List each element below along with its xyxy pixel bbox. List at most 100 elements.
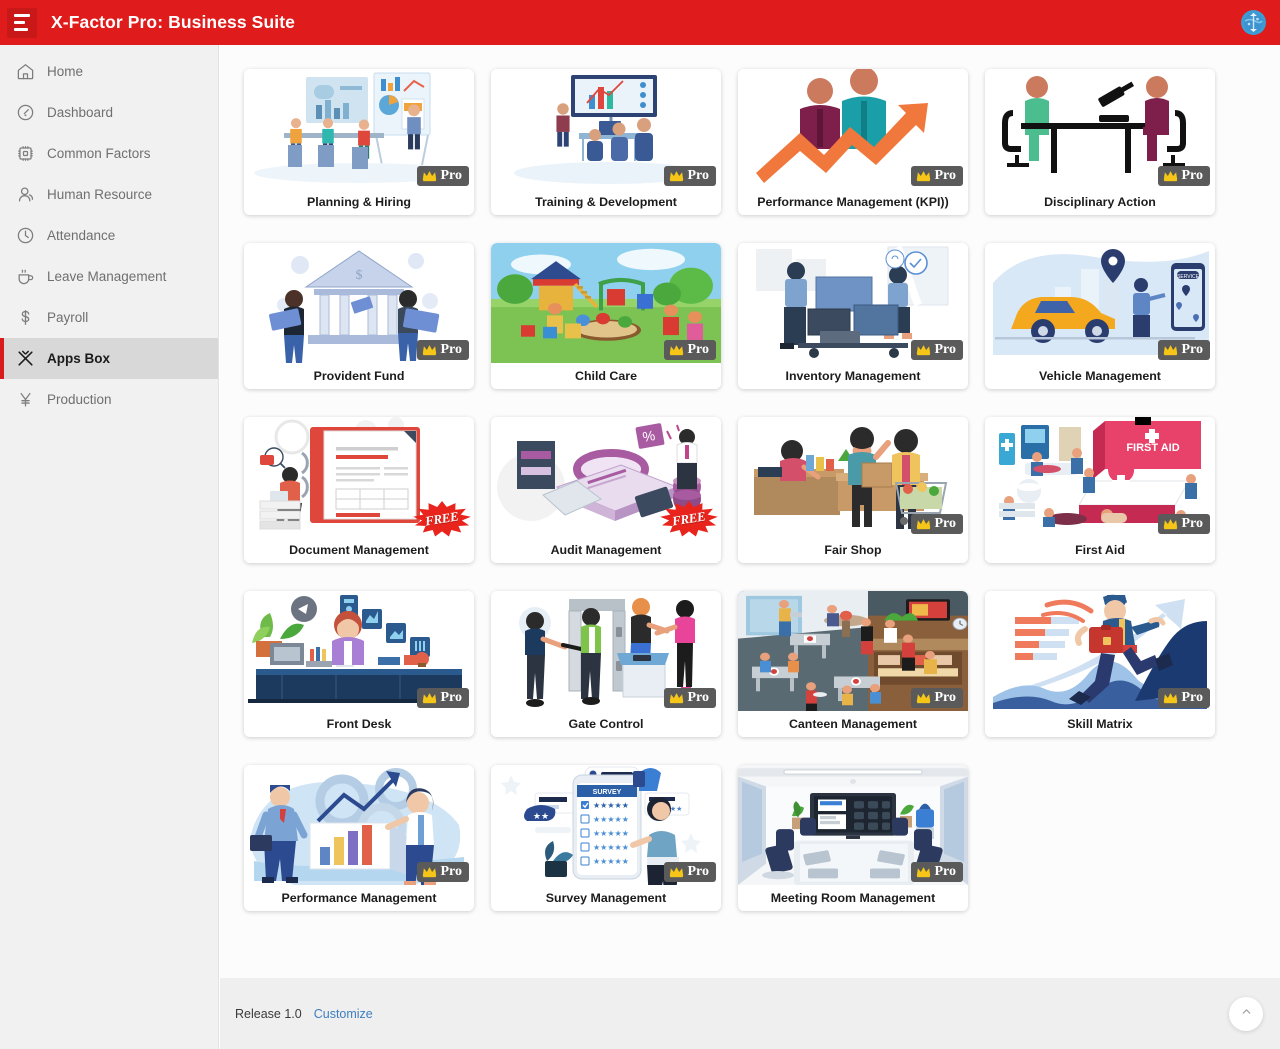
pro-badge: Pro xyxy=(911,166,963,186)
pro-badge: Pro xyxy=(911,340,963,360)
crown-icon xyxy=(1163,692,1178,704)
pro-badge: Pro xyxy=(664,862,716,882)
crown-icon xyxy=(916,344,931,356)
app-card-illustration: Pro xyxy=(244,591,474,711)
app-card[interactable]: ★★★★★ ★★ SURVEY ★★★★★ ★★★★★ ★★★★★ ★★★★★ … xyxy=(491,765,721,911)
sidebar-item-attendance[interactable]: Attendance xyxy=(0,215,218,256)
sidebar-item-common-factors[interactable]: Common Factors xyxy=(0,133,218,174)
svg-text:★★★★★: ★★★★★ xyxy=(593,843,629,852)
svg-text:SERVICE: SERVICE xyxy=(1177,274,1200,280)
app-card-label: Document Management xyxy=(244,537,474,563)
sidebar-item-leave-management[interactable]: Leave Management xyxy=(0,256,218,297)
app-card[interactable]: Pro Front Desk xyxy=(244,591,474,737)
sidebar-item-production[interactable]: Production xyxy=(0,379,218,420)
crown-icon xyxy=(422,692,437,704)
app-card-illustration: Pro xyxy=(244,69,474,189)
app-card[interactable]: Pro Meeting Room Management xyxy=(738,765,968,911)
pro-badge: Pro xyxy=(1158,688,1210,708)
hamburger-menu-icon[interactable] xyxy=(7,7,37,38)
app-card-label: Provident Fund xyxy=(244,363,474,389)
pro-badge-label: Pro xyxy=(934,864,956,879)
apps-box-icon xyxy=(14,348,36,370)
crown-icon xyxy=(1163,344,1178,356)
app-card[interactable]: FIRST AID Pro First Aid xyxy=(985,417,1215,563)
app-card[interactable]: Pro Training & Development xyxy=(491,69,721,215)
pro-badge-label: Pro xyxy=(934,168,956,183)
crown-icon xyxy=(669,692,684,704)
pro-badge-label: Pro xyxy=(687,342,709,357)
sidebar-item-label: Apps Box xyxy=(47,351,111,366)
app-card-illustration: Pro xyxy=(738,591,968,711)
sidebar-item-apps-box[interactable]: Apps Box xyxy=(0,338,218,379)
hamburger-line xyxy=(14,21,25,24)
crown-icon xyxy=(422,170,437,182)
hamburger-line xyxy=(14,14,30,17)
yen-icon xyxy=(14,389,36,411)
app-card[interactable]: Pro Fair Shop xyxy=(738,417,968,563)
user-avatar-globe-icon[interactable] xyxy=(1241,10,1266,35)
crown-icon xyxy=(669,344,684,356)
free-badge: FREE xyxy=(659,501,719,537)
app-card[interactable]: $ Pro Provident Fund xyxy=(244,243,474,389)
pro-badge-label: Pro xyxy=(687,864,709,879)
pro-badge-label: Pro xyxy=(687,690,709,705)
pro-badge: Pro xyxy=(417,688,469,708)
app-card[interactable]: Pro Performance Management (KPI)) xyxy=(738,69,968,215)
pro-badge-label: Pro xyxy=(440,864,462,879)
app-card[interactable]: Pro Disciplinary Action xyxy=(985,69,1215,215)
app-card[interactable]: Pro Child Care xyxy=(491,243,721,389)
app-card[interactable]: FREE Document Management xyxy=(244,417,474,563)
main-content: Pro Planning & Hiring Pro Training & Devel… xyxy=(220,45,1280,1049)
crown-icon xyxy=(916,518,931,530)
pro-badge-label: Pro xyxy=(1181,342,1203,357)
pro-badge: Pro xyxy=(1158,514,1210,534)
coffee-cup-icon xyxy=(14,266,36,288)
app-card-label: Disciplinary Action xyxy=(985,189,1215,215)
customize-link[interactable]: Customize xyxy=(314,1007,373,1021)
sidebar-item-label: Common Factors xyxy=(47,146,151,161)
app-card-illustration: Pro xyxy=(491,69,721,189)
pro-badge: Pro xyxy=(417,166,469,186)
pro-badge-label: Pro xyxy=(440,690,462,705)
pro-badge: Pro xyxy=(1158,166,1210,186)
app-card-illustration: Pro xyxy=(491,243,721,363)
chevron-up-icon xyxy=(1240,1005,1253,1023)
app-title: X-Factor Pro: Business Suite xyxy=(51,12,295,32)
app-card[interactable]: Pro Performance Management xyxy=(244,765,474,911)
scroll-to-top-button[interactable] xyxy=(1229,997,1263,1031)
app-card[interactable]: Pro Planning & Hiring xyxy=(244,69,474,215)
crown-icon xyxy=(422,344,437,356)
sidebar-item-dashboard[interactable]: Dashboard xyxy=(0,92,218,133)
svg-text:★★★★★: ★★★★★ xyxy=(593,815,629,824)
app-card[interactable]: SERVICE Pro Vehicle Management xyxy=(985,243,1215,389)
app-card-label: Performance Management (KPI)) xyxy=(738,189,968,215)
crown-icon xyxy=(422,866,437,878)
app-card[interactable]: Pro Inventory Management xyxy=(738,243,968,389)
dashboard-gauge-icon xyxy=(14,102,36,124)
pro-badge-label: Pro xyxy=(934,690,956,705)
chip-icon xyxy=(14,143,36,165)
sidebar-item-human-resource[interactable]: Human Resource xyxy=(0,174,218,215)
app-card-illustration: $ Pro xyxy=(244,243,474,363)
pro-badge-label: Pro xyxy=(1181,690,1203,705)
pro-badge-label: Pro xyxy=(687,168,709,183)
sidebar-item-payroll[interactable]: Payroll xyxy=(0,297,218,338)
app-card-illustration: Pro xyxy=(985,69,1215,189)
app-card-label: Planning & Hiring xyxy=(244,189,474,215)
svg-text:FIRST AID: FIRST AID xyxy=(1126,442,1179,454)
app-card-label: Vehicle Management xyxy=(985,363,1215,389)
app-card[interactable]: Pro Gate Control xyxy=(491,591,721,737)
app-card[interactable]: Pro Canteen Management xyxy=(738,591,968,737)
pro-badge: Pro xyxy=(664,340,716,360)
pro-badge-label: Pro xyxy=(1181,516,1203,531)
pro-badge: Pro xyxy=(911,688,963,708)
app-card-label: Fair Shop xyxy=(738,537,968,563)
app-card-label: Gate Control xyxy=(491,711,721,737)
sidebar-item-home[interactable]: Home xyxy=(0,51,218,92)
app-card[interactable]: % FREE Audit Management xyxy=(491,417,721,563)
crown-icon xyxy=(1163,518,1178,530)
pro-badge: Pro xyxy=(911,514,963,534)
app-card[interactable]: Pro Skill Matrix xyxy=(985,591,1215,737)
pro-badge-label: Pro xyxy=(934,516,956,531)
top-bar: X-Factor Pro: Business Suite xyxy=(0,0,1280,45)
